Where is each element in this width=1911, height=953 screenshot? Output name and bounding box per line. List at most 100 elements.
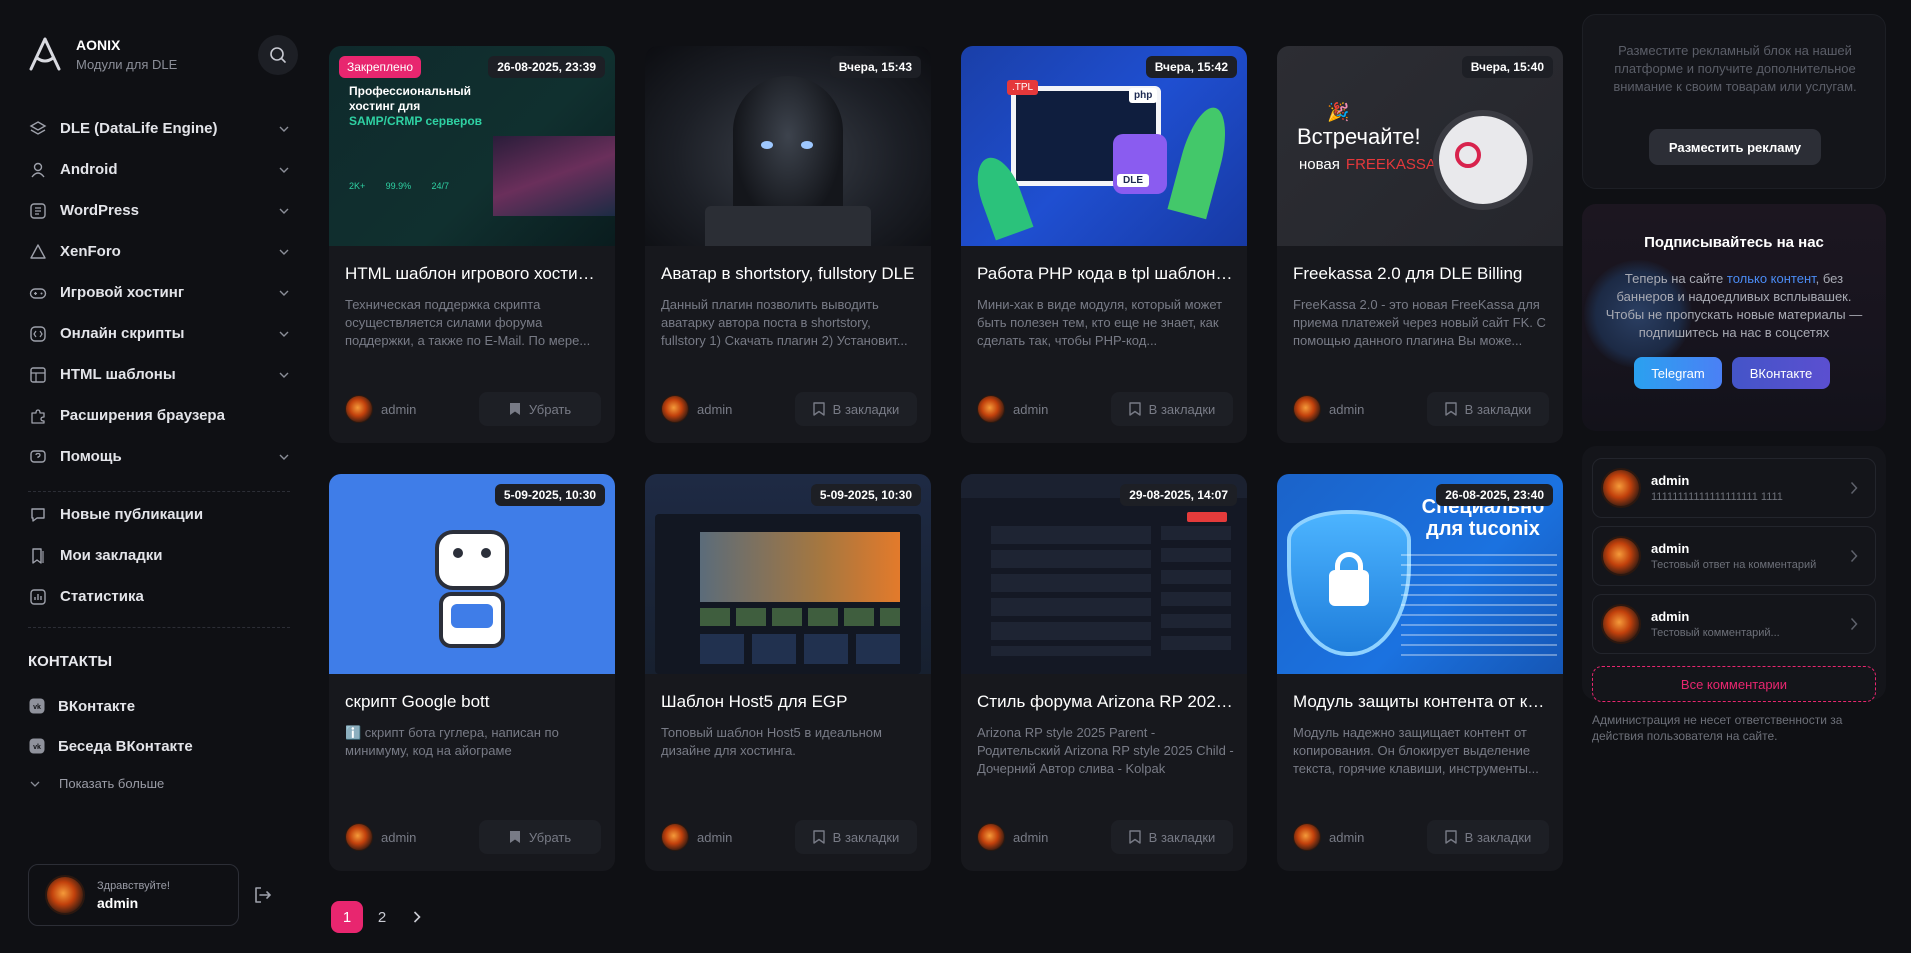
author-avatar[interactable] bbox=[661, 823, 689, 851]
thumb-headline: FREEKASSA bbox=[1345, 156, 1436, 173]
post-thumbnail[interactable]: Вчера, 15:43 bbox=[645, 46, 931, 246]
author-avatar[interactable] bbox=[1293, 395, 1321, 423]
post-thumbnail[interactable]: 29-08-2025, 14:07 bbox=[961, 474, 1247, 674]
chevron-down-icon bbox=[278, 451, 290, 463]
post-author[interactable]: admin bbox=[1013, 402, 1111, 417]
post-author[interactable]: admin bbox=[697, 830, 795, 845]
thumb-stat: 99.9% bbox=[385, 181, 412, 191]
post-author[interactable]: admin bbox=[381, 830, 479, 845]
post-card[interactable]: 5-09-2025, 10:30 Шаблон Host5 для EGP То… bbox=[645, 474, 931, 871]
post-card[interactable]: .TPL php DLE Вчера, 15:42 Работа PHP код… bbox=[961, 46, 1247, 443]
subscribe-text: Теперь на сайте только контент, без банн… bbox=[1605, 271, 1863, 340]
nav-item-android[interactable]: Android bbox=[28, 149, 290, 190]
nav-item-label: Новые публикации bbox=[60, 506, 204, 523]
contact-vk-chat[interactable]: vk Беседа ВКонтакте bbox=[28, 737, 193, 755]
nav-item-help[interactable]: Помощь bbox=[28, 436, 290, 477]
post-title[interactable]: HTML шаблон игрового хостинга bbox=[345, 264, 601, 284]
post-thumbnail[interactable]: 5-09-2025, 10:30 bbox=[329, 474, 615, 674]
author-avatar[interactable] bbox=[345, 395, 373, 423]
bookmark-button[interactable]: Убрать bbox=[479, 392, 601, 426]
post-thumbnail[interactable]: .TPL php DLE Вчера, 15:42 bbox=[961, 46, 1247, 246]
page-button-2[interactable]: 2 bbox=[366, 901, 398, 933]
post-author[interactable]: admin bbox=[1329, 402, 1427, 417]
logout-button[interactable] bbox=[252, 884, 274, 906]
bookmark-button[interactable]: В закладки bbox=[1111, 820, 1233, 854]
nav-item-game-hosting[interactable]: Игровой хостинг bbox=[28, 272, 290, 313]
nav-item-new-posts[interactable]: Новые публикации bbox=[28, 494, 290, 535]
date-badge: 5-09-2025, 10:30 bbox=[494, 484, 605, 506]
post-title[interactable]: Шаблон Host5 для EGP bbox=[661, 692, 917, 712]
search-button[interactable] bbox=[258, 35, 298, 75]
post-description: ℹ️ скрипт бота гуглера, написан по миним… bbox=[345, 725, 559, 758]
comment-item[interactable]: admin Тестовый ответ на комментарий bbox=[1592, 526, 1876, 586]
post-thumbnail[interactable]: Встречайте! новая FREEKASSA 🎉 Вчера, 15:… bbox=[1277, 46, 1563, 246]
nav-item-html-templates[interactable]: HTML шаблоны bbox=[28, 354, 290, 395]
comment-item[interactable]: admin 11111111111111111111 1111 bbox=[1592, 458, 1876, 518]
nav-item-dle[interactable]: DLE (DataLife Engine) bbox=[28, 108, 290, 149]
app-subtitle: Модули для DLE bbox=[76, 56, 178, 72]
svg-text:vk: vk bbox=[33, 744, 41, 751]
post-author[interactable]: admin bbox=[1329, 830, 1427, 845]
post-title[interactable]: скрипт Google bott bbox=[345, 692, 601, 712]
author-avatar[interactable] bbox=[661, 395, 689, 423]
author-avatar[interactable] bbox=[345, 823, 373, 851]
svg-text:vk: vk bbox=[33, 704, 41, 711]
contact-vk[interactable]: vk ВКонтакте bbox=[28, 697, 135, 715]
logo-icon bbox=[29, 37, 61, 71]
comment-item[interactable]: admin Тестовый комментарий... bbox=[1592, 594, 1876, 654]
post-card[interactable]: Профессиональный хостинг для SAMP/CRMP с… bbox=[329, 46, 615, 443]
author-avatar[interactable] bbox=[1293, 823, 1321, 851]
nav-item-label: DLE (DataLife Engine) bbox=[60, 120, 218, 137]
bookmarks-icon bbox=[28, 546, 48, 566]
post-author[interactable]: admin bbox=[381, 402, 479, 417]
post-card[interactable]: Вчера, 15:43 Аватар в shortstory, fullst… bbox=[645, 46, 931, 443]
nav-item-statistics[interactable]: Статистика bbox=[28, 576, 290, 617]
post-thumbnail[interactable]: Специально для tuconix 26-08-2025, 23:40 bbox=[1277, 474, 1563, 674]
gamepad-icon bbox=[28, 283, 48, 303]
post-card[interactable]: 5-09-2025, 10:30 скрипт Google bott ℹ️ с… bbox=[329, 474, 615, 871]
show-more-button[interactable]: Показать больше bbox=[28, 776, 164, 791]
author-avatar[interactable] bbox=[977, 823, 1005, 851]
bookmark-button[interactable]: В закладки bbox=[1427, 392, 1549, 426]
logout-icon bbox=[255, 887, 272, 903]
post-title[interactable]: Freekassa 2.0 для DLE Billing bbox=[1293, 264, 1549, 284]
nav-item-xenforo[interactable]: XenForo bbox=[28, 231, 290, 272]
page-button-1[interactable]: 1 bbox=[331, 901, 363, 933]
post-description: Мини-хак в виде модуля, который может бы… bbox=[977, 297, 1223, 348]
bookmark-button[interactable]: В закладки bbox=[1111, 392, 1233, 426]
nav-item-label: HTML шаблоны bbox=[60, 366, 176, 383]
author-avatar[interactable] bbox=[977, 395, 1005, 423]
bookmark-button[interactable]: Убрать bbox=[479, 820, 601, 854]
nav-item-browser-extensions[interactable]: Расширения браузера bbox=[28, 395, 290, 436]
post-card[interactable]: 29-08-2025, 14:07 Стиль форума Arizona R… bbox=[961, 474, 1247, 871]
post-title[interactable]: Аватар в shortstory, fullstory DLE bbox=[661, 264, 917, 284]
nav-item-my-bookmarks[interactable]: Мои закладки bbox=[28, 535, 290, 576]
post-card[interactable]: Специально для tuconix 26-08-2025, 23:40… bbox=[1277, 474, 1563, 871]
user-profile-card[interactable]: Здравствуйте! admin bbox=[28, 864, 239, 926]
logo[interactable]: AONIX Модули для DLE bbox=[28, 36, 177, 72]
nav-item-online-scripts[interactable]: Онлайн скрипты bbox=[28, 313, 290, 354]
post-thumbnail[interactable]: Профессиональный хостинг для SAMP/CRMP с… bbox=[329, 46, 615, 246]
post-title[interactable]: Работа PHP кода в tpl шаблонах bbox=[977, 264, 1233, 284]
post-author[interactable]: admin bbox=[697, 402, 795, 417]
post-title[interactable]: Модуль защиты контента от копирования bbox=[1293, 692, 1549, 712]
bookmark-button[interactable]: В закладки bbox=[795, 392, 917, 426]
thumb-label: DLE bbox=[1117, 174, 1149, 187]
thumb-headline: SAMP/CRMP серверов bbox=[349, 114, 483, 128]
place-ad-button[interactable]: Разместить рекламу bbox=[1649, 129, 1821, 165]
subscribe-highlight[interactable]: только контент bbox=[1727, 271, 1816, 286]
bookmark-button[interactable]: В закладки bbox=[795, 820, 917, 854]
wordpress-icon bbox=[28, 201, 48, 221]
post-description: Данный плагин позволить выводить аватарк… bbox=[661, 297, 908, 348]
avatar bbox=[1601, 468, 1641, 508]
telegram-button[interactable]: Telegram bbox=[1634, 357, 1722, 389]
bookmark-button[interactable]: В закладки bbox=[1427, 820, 1549, 854]
all-comments-button[interactable]: Все комментарии bbox=[1592, 666, 1876, 702]
post-author[interactable]: admin bbox=[1013, 830, 1111, 845]
post-thumbnail[interactable]: 5-09-2025, 10:30 bbox=[645, 474, 931, 674]
post-title[interactable]: Стиль форума Arizona RP 2025 Parent bbox=[977, 692, 1233, 712]
vk-button[interactable]: ВКонтакте bbox=[1732, 357, 1830, 389]
post-card[interactable]: Встречайте! новая FREEKASSA 🎉 Вчера, 15:… bbox=[1277, 46, 1563, 443]
nav-item-wordpress[interactable]: WordPress bbox=[28, 190, 290, 231]
next-page-button[interactable] bbox=[401, 901, 433, 933]
